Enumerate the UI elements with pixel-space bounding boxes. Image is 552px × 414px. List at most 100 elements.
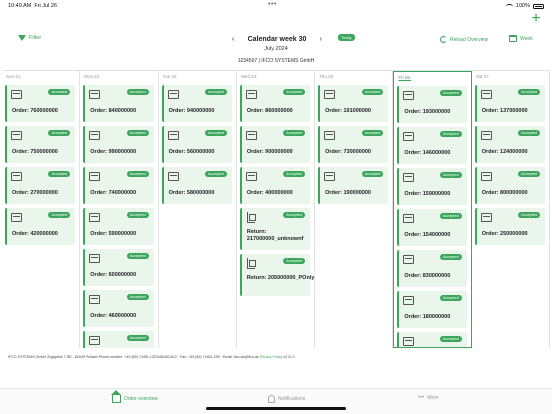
status-badge: Accepted	[361, 89, 384, 95]
order-card[interactable]: Accepted Order: 840000000	[83, 85, 154, 122]
order-number: Order: 180000000	[404, 314, 451, 320]
status-badge: Accepted	[439, 172, 462, 178]
status-bar: 10:49 AM Fri Jul 26 ••• 100%	[0, 0, 552, 12]
truck-icon	[480, 131, 492, 140]
wifi-icon	[505, 3, 513, 9]
status-badge: Accepted	[126, 130, 149, 136]
order-card[interactable]: Accepted Order: 580000000	[161, 167, 232, 204]
day-column: Sun 21. Accepted Order: 760000000 Accepted O…	[2, 71, 81, 348]
status-badge: Accepted	[439, 90, 462, 96]
day-column: Sat 27. Accepted Order: 137000000 Accepted O…	[472, 71, 550, 348]
tab-order-overview[interactable]: Order overview	[111, 390, 158, 403]
order-number: Order: 600000000	[90, 272, 137, 278]
battery-percent: 100%	[515, 3, 530, 9]
order-card[interactable]: Accepted Order: 250000000	[474, 208, 545, 245]
status-badge: Accepted	[439, 336, 462, 342]
truck-icon	[89, 336, 101, 345]
order-card[interactable]: Accepted	[397, 332, 467, 347]
day-header: Fri 26.	[398, 75, 412, 80]
truck-icon	[11, 90, 22, 99]
truck-icon	[403, 337, 415, 346]
order-card[interactable]: Accepted Order: 800000000	[474, 167, 545, 204]
order-number: Order: 420000000	[12, 231, 58, 237]
day-header: Wed 24.	[240, 74, 258, 79]
status-badge: Accepted	[205, 130, 227, 136]
order-card[interactable]: Accepted Order: 590000000	[83, 208, 154, 245]
status-badge: Accepted	[126, 253, 149, 259]
order-card[interactable]: Accepted Order: 270000000	[5, 167, 76, 204]
order-card[interactable]: Accepted Order: 860000000	[239, 85, 311, 122]
day-header: Thu 25.	[319, 74, 335, 79]
order-card[interactable]: Accepted Order: 193000000	[397, 86, 467, 123]
status-badge: Accepted	[361, 130, 384, 136]
day-header: Tue 23.	[162, 74, 178, 79]
order-card[interactable]: Accepted Order: 154000000	[397, 209, 467, 246]
tab-bar: Order overview Notifications ••• More	[0, 388, 552, 414]
order-card[interactable]: Accepted Order: 760000000	[5, 85, 76, 122]
plus-icon: +	[531, 10, 541, 27]
truck-icon	[11, 131, 22, 140]
status-badge: Accepted	[126, 89, 149, 95]
status-badge: Accepted	[283, 171, 306, 177]
order-card[interactable]: Accepted Order: 940000000	[161, 85, 232, 122]
order-card[interactable]: Accepted Order: 730000000	[318, 126, 389, 163]
truck-icon	[480, 172, 492, 181]
truck-icon	[403, 132, 415, 141]
order-card[interactable]: Accepted Order: 159000000	[397, 168, 467, 205]
tab-label: Notifications	[278, 396, 306, 402]
order-card[interactable]: Accepted Order: 750000000	[5, 126, 76, 163]
order-card[interactable]: Accepted Order: 990000000	[83, 126, 154, 163]
order-card[interactable]: Accepted Order: 600000000	[83, 249, 154, 286]
order-card[interactable]: Accepted Order: 830000000	[397, 250, 467, 287]
truck-icon	[324, 172, 336, 181]
week-view-button[interactable]: Week	[509, 35, 533, 42]
order-card[interactable]: Accepted Order: 124000000	[474, 126, 545, 163]
filter-button[interactable]: Filter	[18, 35, 41, 41]
return-card[interactable]: Accepted Return: 205000000_POnly	[239, 254, 314, 296]
status-badge: Accepted	[283, 258, 306, 264]
reload-overview-button[interactable]: Reload Overview	[440, 36, 488, 43]
week-navigation: ‹ Calendar week 30 ›	[232, 34, 322, 44]
status-badge: Accepted	[126, 171, 149, 177]
order-card[interactable]: Accepted Order: 190000000	[318, 167, 389, 204]
order-card[interactable]: Accepted Order: 900000000	[239, 126, 311, 163]
order-card[interactable]: Accepted Order: 400000000	[239, 167, 311, 204]
order-number: Order: 830000000	[404, 273, 451, 279]
add-order-button[interactable]: +	[529, 10, 543, 27]
calendar-toolbar: Filter ‹ Calendar week 30 › Today July 2…	[0, 30, 552, 70]
order-card[interactable]: Accepted Order: 180000000	[397, 291, 467, 328]
order-card[interactable]: Accepted Order: 191000000	[318, 85, 389, 122]
multitasking-dots[interactable]: •••	[268, 1, 277, 8]
status-badge: Accepted	[126, 212, 149, 218]
filter-label: Filter	[29, 35, 42, 41]
chevron-left-icon[interactable]: ‹	[232, 36, 234, 43]
truck-icon	[89, 131, 101, 140]
order-number: Order: 460000000	[90, 313, 137, 319]
order-number: Order: 860000000	[246, 108, 293, 114]
funnel-icon	[18, 35, 26, 41]
tab-notifications[interactable]: Notifications	[268, 395, 305, 403]
order-number: Order: 137000000	[481, 108, 528, 114]
order-number: Order: 270000000	[12, 190, 58, 196]
order-card[interactable]: Accepted Order: 740000000	[83, 167, 154, 204]
order-card[interactable]: Accepted Order: 137000000	[474, 85, 545, 122]
order-card[interactable]: Accepted Order: 460000000	[83, 290, 154, 327]
order-card[interactable]: Accepted Order: 146000000	[397, 127, 467, 164]
order-number: Order: 124000000	[481, 149, 528, 155]
chevron-right-icon[interactable]: ›	[320, 36, 322, 43]
status-badge: Accepted	[126, 335, 149, 341]
app-version: v2.11.0	[283, 355, 295, 359]
truck-icon	[89, 295, 101, 304]
order-card[interactable]: Accepted Order: 420000000	[5, 208, 76, 245]
today-button[interactable]: Today	[338, 34, 355, 41]
order-card[interactable]: Accepted Order: 560000000	[161, 126, 232, 163]
return-card[interactable]: Accepted Return: 217000000_unknownf	[239, 208, 311, 250]
truck-icon	[167, 131, 179, 140]
truck-icon	[324, 90, 336, 99]
truck-icon	[89, 254, 101, 263]
status-badge: Accepted	[518, 130, 540, 136]
customer-label: 1234567 | IFCO SYSTEMS GmbH	[237, 58, 315, 64]
privacy-policy-link[interactable]: Privacy Policy	[260, 355, 282, 359]
tab-more[interactable]: ••• More	[418, 395, 439, 401]
order-card[interactable]: Accepted	[83, 331, 154, 348]
